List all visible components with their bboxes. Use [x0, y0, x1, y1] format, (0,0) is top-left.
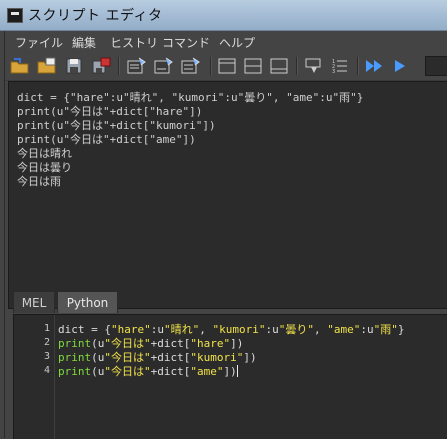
show-input-button[interactable]: [268, 55, 290, 77]
toolbar-separator: [118, 57, 120, 75]
line-number: 2: [43, 337, 50, 348]
menu-help[interactable]: ヘルプ: [219, 34, 255, 51]
tab-python[interactable]: Python: [57, 291, 118, 313]
language-tab-bar: MEL Python: [5, 290, 447, 314]
source-script-icon: [37, 57, 56, 74]
clear-all-button[interactable]: [180, 55, 202, 77]
show-both-button[interactable]: [242, 55, 264, 77]
menu-history[interactable]: ヒストリ: [110, 34, 158, 51]
execute-selected-button[interactable]: [389, 55, 411, 77]
show-history-button[interactable]: [216, 55, 238, 77]
clear-history-icon: [127, 57, 146, 74]
toolbar-separator: [357, 57, 359, 75]
execute-selected-icon: [395, 60, 405, 72]
line-number: 3: [43, 351, 50, 362]
clear-input-button[interactable]: [153, 55, 175, 77]
show-both-icon: [244, 58, 262, 74]
toolbar-search-field[interactable]: [425, 56, 447, 76]
toolbar: 123: [5, 52, 447, 81]
line-number: 1: [43, 323, 50, 334]
history-output-panel: dict = {"hare":u"晴れ", "kumori":u"曇り", "a…: [8, 81, 447, 309]
show-history-icon: [218, 58, 236, 74]
script-editor-window: ファイル 編集 ヒストリ コマンド ヘルプ 1 2 3 dict = {"har…: [4, 31, 447, 439]
menu-command[interactable]: コマンド: [162, 34, 210, 51]
python-input-editor[interactable]: 1 2 3 4 dict = {"hare":u"晴れ", "kumori":u…: [13, 314, 447, 439]
title-bar: スクリプト エディタ: [0, 0, 447, 31]
execute-all-icon: [366, 60, 382, 72]
menu-file[interactable]: ファイル: [15, 34, 63, 51]
clear-history-button[interactable]: [126, 55, 148, 77]
svg-text:3: 3: [332, 69, 335, 75]
toolbar-separator: [296, 57, 298, 75]
text-caret: [236, 365, 238, 377]
save-script-icon: [66, 58, 82, 74]
line-numbers-icon: 123: [332, 59, 347, 75]
line-numbers-button[interactable]: 123: [329, 55, 351, 77]
tab-mel[interactable]: MEL: [13, 291, 55, 313]
line-number-gutter: 1 2 3 4: [14, 315, 55, 439]
echo-all-commands-icon: [305, 58, 321, 73]
echo-all-commands-button[interactable]: [303, 55, 325, 77]
app-icon: [7, 8, 23, 23]
window-title: スクリプト エディタ: [28, 8, 163, 24]
source-script-button[interactable]: [36, 55, 58, 77]
save-to-shelf-button[interactable]: [90, 55, 112, 77]
line-number: 4: [43, 365, 50, 376]
execute-all-button[interactable]: [363, 55, 385, 77]
code-line[interactable]: print(u"今日は"+dict["ame"]): [58, 363, 238, 379]
clear-input-icon: [154, 57, 173, 74]
toolbar-separator: [210, 57, 212, 75]
open-script-icon: [10, 58, 29, 74]
menu-bar: ファイル 編集 ヒストリ コマンド ヘルプ: [5, 31, 447, 51]
output-line: 今日は雨: [17, 175, 61, 188]
menu-edit[interactable]: 編集: [72, 34, 96, 51]
save-script-button[interactable]: [63, 55, 85, 77]
show-input-icon: [270, 58, 288, 74]
clear-all-icon: [181, 57, 200, 74]
save-to-shelf-icon: [92, 57, 111, 74]
open-script-button[interactable]: [9, 55, 31, 77]
